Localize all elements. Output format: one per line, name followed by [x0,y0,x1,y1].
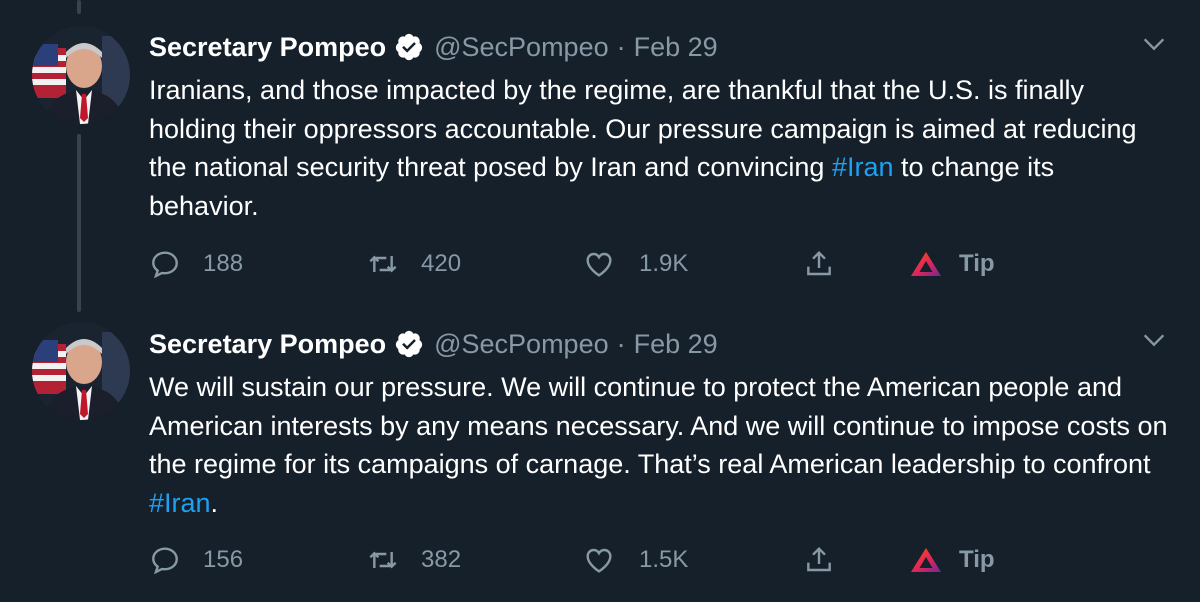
header-separator: · [616,31,626,62]
tip-label: Tip [959,250,995,277]
retweet-count: 382 [421,546,462,573]
share-icon [807,546,831,572]
tweet-header: Secretary Pompeo @SecPompeo · Feb 29 [149,324,718,364]
verified-badge-icon [395,330,423,358]
tweet-date[interactable]: Feb 29 [634,32,718,63]
reply-icon [152,251,178,279]
retweet-icon [369,551,397,569]
reply-count: 188 [203,250,244,277]
tweet-header: Secretary Pompeo @SecPompeo · Feb 29 [149,27,718,67]
tweet-text-part: We will sustain our pressure. We will co… [149,372,1168,479]
chevron-down-icon[interactable] [1140,30,1168,58]
share-button[interactable] [803,244,835,284]
hashtag-link[interactable]: #Iran [832,152,894,182]
tip-label: Tip [959,546,995,573]
reply-button[interactable]: 156 [149,540,243,580]
tweet-2[interactable]: Secretary Pompeo @SecPompeo · Feb 29 We … [0,298,1200,602]
hashtag-link[interactable]: #Iran [149,488,211,518]
tip-button[interactable]: Tip [909,244,995,284]
header-separator: · [616,328,626,359]
tweet-actions: 156 382 1.5K Tip [149,540,1049,580]
author-avatar[interactable] [32,322,130,420]
retweet-icon [369,255,397,273]
tweet-1[interactable]: Secretary Pompeo @SecPompeo · Feb 29 Ira… [0,0,1200,300]
like-count: 1.5K [639,546,689,573]
brave-tip-icon [911,548,941,572]
like-button[interactable]: 1.9K [583,244,688,284]
tweet-text: Iranians, and those impacted by the regi… [149,71,1169,225]
tweet-date[interactable]: Feb 29 [634,329,718,360]
like-button[interactable]: 1.5K [583,540,688,580]
tip-button[interactable]: Tip [909,540,995,580]
like-count: 1.9K [639,250,689,277]
retweet-button[interactable]: 382 [367,540,461,580]
retweet-button[interactable]: 420 [367,244,461,284]
author-name[interactable]: Secretary Pompeo [149,329,386,360]
brave-tip-icon [911,252,941,276]
heart-icon [586,548,612,573]
share-icon [807,250,831,276]
tweet-text-part: . [210,487,219,518]
tweet-actions: 188 420 1.9K Tip [149,244,1049,284]
share-button[interactable] [803,540,835,580]
reply-icon [152,547,178,575]
tweet-text: We will sustain our pressure. We will co… [149,368,1169,522]
author-handle[interactable]: @SecPompeo [434,32,609,63]
reply-count: 156 [203,546,244,573]
author-name[interactable]: Secretary Pompeo [149,32,386,63]
verified-badge-icon [395,33,423,61]
chevron-down-icon[interactable] [1140,326,1168,354]
reply-button[interactable]: 188 [149,244,243,284]
author-avatar[interactable] [32,26,130,124]
retweet-count: 420 [421,250,462,277]
heart-icon [586,252,612,277]
author-handle[interactable]: @SecPompeo [434,329,609,360]
